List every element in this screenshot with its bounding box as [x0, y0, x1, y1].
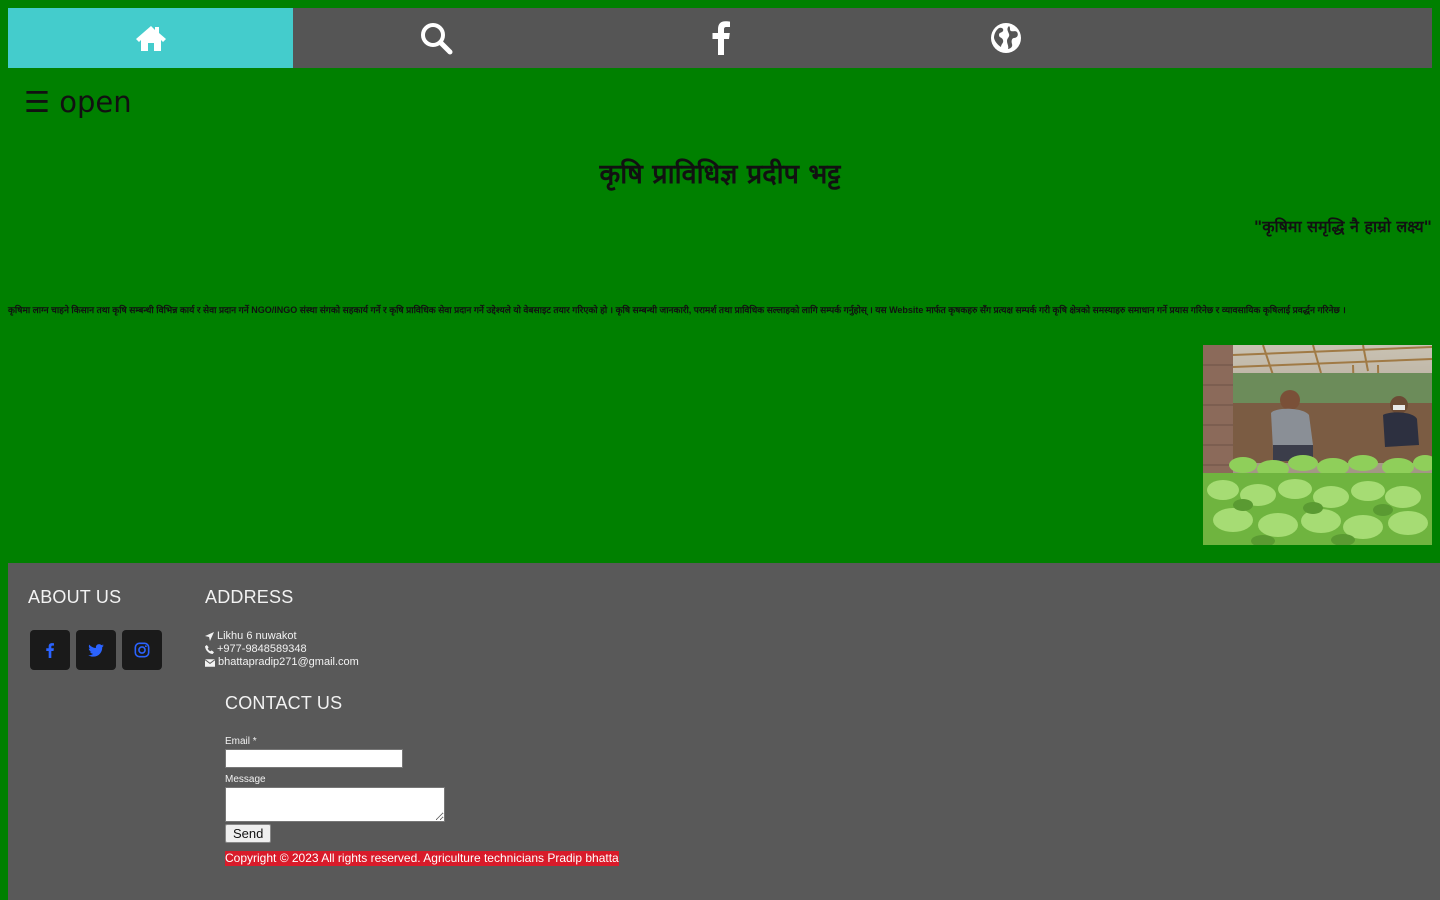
address-phone-row: +977-9848589348 — [205, 643, 359, 656]
address-location-row: Likhu 6 nuwakot — [205, 630, 359, 643]
message-field[interactable] — [225, 787, 445, 822]
sidebar-open-button[interactable]: ☰ open — [24, 82, 132, 122]
address-email: bhattapradip271@gmail.com — [218, 656, 359, 668]
address-email-row: bhattapradip271@gmail.com — [205, 656, 359, 669]
address-details: Likhu 6 nuwakot +977-9848589348 bhattapr… — [205, 630, 359, 669]
email-field[interactable] — [225, 749, 403, 768]
hero-quote: "कृषिमा समृद्धि नै हाम्रो लक्ष्य" — [1253, 217, 1432, 236]
globe-icon — [990, 23, 1021, 53]
footer: ABOUT US ADDRESS Likhu 6 nuwakot +977-98… — [8, 563, 1440, 900]
page-title: कृषि प्राविधिज्ञ प्रदीप भट्ट — [599, 159, 841, 190]
contact-us-heading: CONTACT US — [225, 693, 343, 713]
nav-home[interactable] — [8, 8, 293, 68]
twitter-link-button[interactable] — [76, 630, 116, 670]
contact-form: Email * Message Send — [225, 735, 445, 843]
nav-globe[interactable] — [863, 8, 1148, 68]
about-us-heading: ABOUT US — [28, 587, 122, 607]
top-navigation-bar — [8, 8, 1432, 68]
instagram-link-button[interactable] — [122, 630, 162, 670]
send-button[interactable]: Send — [225, 824, 272, 843]
twitter-icon — [88, 643, 104, 657]
nav-search[interactable] — [293, 8, 578, 68]
envelope-icon — [205, 658, 215, 667]
search-icon — [420, 23, 452, 55]
home-icon — [135, 26, 166, 51]
social-links — [30, 630, 162, 670]
instagram-icon — [134, 642, 150, 658]
phone-icon — [205, 645, 214, 654]
email-label: Email * — [225, 736, 257, 747]
copyright-text: Copyright © 2023 All rights reserved. Ag… — [225, 851, 619, 866]
message-label: Message — [225, 774, 266, 785]
facebook-link-button[interactable] — [30, 630, 70, 670]
greenhouse-photo — [1203, 345, 1432, 545]
location-arrow-icon — [205, 632, 214, 641]
address-location: Likhu 6 nuwakot — [217, 630, 297, 642]
hero-description: कृषिमा लाग्न चाहने किसान तथा कृषि सम्बन्… — [8, 305, 1346, 315]
address-phone: +977-9848589348 — [217, 643, 307, 655]
facebook-icon — [712, 21, 730, 55]
nav-facebook[interactable] — [578, 8, 863, 68]
facebook-icon — [46, 642, 54, 658]
address-heading: ADDRESS — [205, 587, 294, 607]
